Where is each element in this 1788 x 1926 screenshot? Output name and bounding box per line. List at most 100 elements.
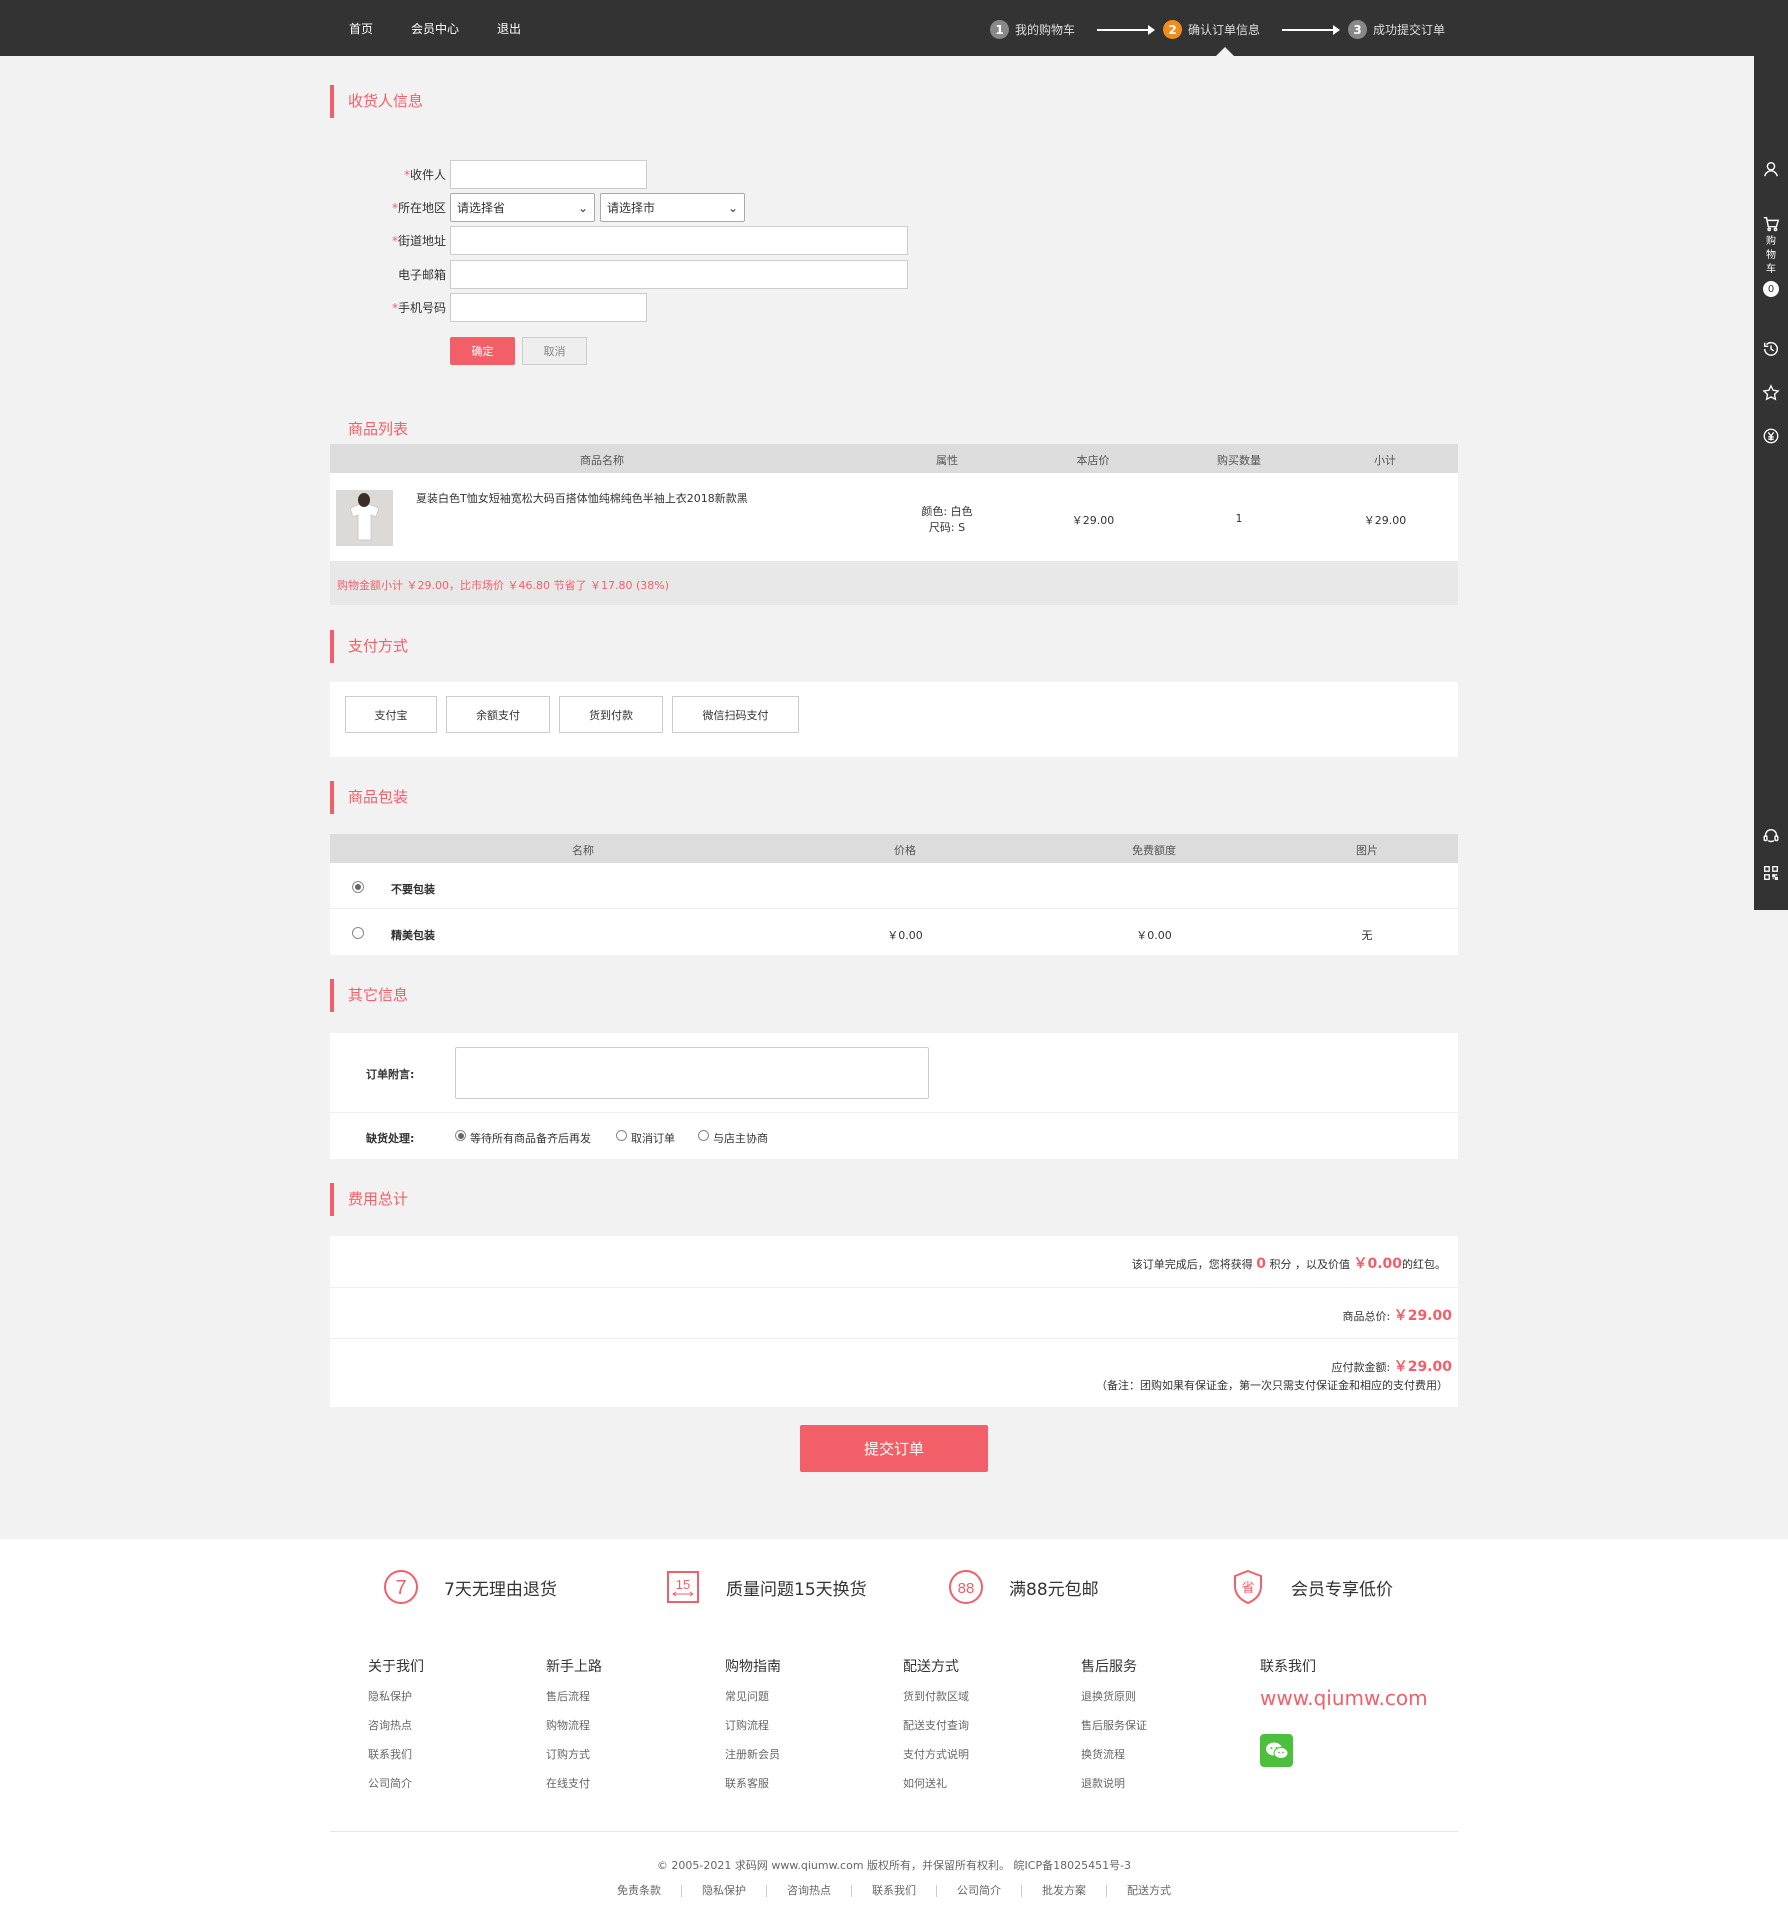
shortage-negotiate-radio[interactable]	[698, 1130, 709, 1141]
footer-link[interactable]: 隐私保护	[368, 1688, 424, 1704]
bottom-link[interactable]: 隐私保护	[682, 1885, 767, 1897]
top-nav: 首页 会员中心 退出	[349, 20, 521, 37]
footer-link[interactable]: 联系我们	[368, 1746, 424, 1762]
footer-link[interactable]: 咨询热点	[368, 1717, 424, 1733]
bottom-link[interactable]: 联系我们	[852, 1885, 937, 1897]
favorite-star-icon[interactable]	[1754, 384, 1788, 402]
member-price-shield-icon: 省	[1234, 1569, 1262, 1605]
payment-options: 支付宝 余额支付 货到付款 微信扫码支付	[330, 682, 1458, 757]
footer-link[interactable]: 支付方式说明	[903, 1746, 969, 1762]
product-name-link[interactable]: 夏装白色T恤女短袖宽松大码百搭体恤纯棉纯色半袖上衣2018新款黑	[416, 490, 748, 506]
customer-service-icon[interactable]	[1754, 827, 1788, 845]
footer-link[interactable]: 注册新会员	[725, 1746, 781, 1762]
footer-link[interactable]: 购物流程	[546, 1717, 602, 1733]
nav-home-link[interactable]: 首页	[349, 20, 373, 37]
row-divider	[330, 1338, 1458, 1339]
footer-link[interactable]: 公司简介	[368, 1775, 424, 1791]
phone-input[interactable]	[450, 293, 647, 322]
nav-member-link[interactable]: 会员中心	[411, 20, 459, 37]
other-info-box: 订单附言: 缺货处理: 等待所有商品备齐后再发 取消订单 与店主协商	[330, 1033, 1458, 1159]
pack-fancy-radio[interactable]	[352, 927, 364, 939]
submit-order-button[interactable]: 提交订单	[800, 1425, 988, 1472]
pack-header-free: 免费额度	[1132, 844, 1176, 857]
pay-alipay-button[interactable]: 支付宝	[345, 696, 437, 733]
attr-size: 尺码: S	[928, 521, 966, 534]
svg-text:7: 7	[395, 1577, 406, 1599]
product-thumbnail[interactable]	[336, 490, 393, 546]
step-confirm: 2 确认订单信息	[1163, 20, 1260, 39]
bottom-link[interactable]: 配送方式	[1107, 1885, 1191, 1897]
footer-link[interactable]: 订购方式	[546, 1746, 602, 1762]
footer-link[interactable]: 货到付款区域	[903, 1688, 969, 1704]
confirm-button[interactable]: 确定	[450, 337, 515, 365]
contact-site-link[interactable]: www.qiumw.com	[1260, 1686, 1428, 1710]
seven-day-icon: 7	[384, 1570, 418, 1604]
shortage-cancel-radio[interactable]	[616, 1130, 627, 1141]
history-icon[interactable]	[1754, 340, 1788, 358]
footer-col-about: 关于我们 隐私保护 咨询热点 联系我们 公司简介	[368, 1656, 424, 1804]
coupon-icon[interactable]	[1754, 427, 1788, 445]
receiver-name-input[interactable]	[450, 160, 647, 189]
city-select[interactable]: 请选择市 ⌄	[600, 193, 745, 222]
svg-text:省: 省	[1241, 1581, 1254, 1596]
pack-fancy-price: ￥0.00	[887, 929, 923, 942]
bottom-link[interactable]: 公司简介	[937, 1885, 1022, 1897]
free-shipping-icon: 88	[949, 1570, 983, 1604]
province-select[interactable]: 请选择省 ⌄	[450, 193, 595, 222]
footer-col-contact: 联系我们 www.qiumw.com	[1260, 1656, 1428, 1767]
pay-balance-button[interactable]: 余额支付	[446, 696, 550, 733]
footer-col-guide: 购物指南 常见问题 订购流程 注册新会员 联系客服	[725, 1656, 781, 1804]
phone-label: *手机号码	[360, 299, 450, 316]
footer-link[interactable]: 售后服务保证	[1081, 1717, 1147, 1733]
footer-link[interactable]: 售后流程	[546, 1688, 602, 1704]
cancel-button[interactable]: 取消	[522, 337, 587, 365]
bottom-link[interactable]: 咨询热点	[767, 1885, 852, 1897]
qrcode-icon[interactable]	[1754, 864, 1788, 882]
street-input[interactable]	[450, 226, 908, 255]
pay-wechat-button[interactable]: 微信扫码支付	[672, 696, 799, 733]
cart-count-badge: 0	[1763, 281, 1779, 297]
row-divider	[330, 1112, 1458, 1113]
footer-link[interactable]: 在线支付	[546, 1775, 602, 1791]
pack-fancy-image: 无	[1361, 929, 1373, 942]
footer-link[interactable]: 配送支付查询	[903, 1717, 969, 1733]
pack-none-radio[interactable]	[352, 881, 364, 893]
bottom-link[interactable]: 免责条款	[597, 1885, 682, 1897]
sidebar-cart[interactable]: 购 物 车 0	[1754, 215, 1788, 297]
goods-total-label: 商品总价:	[1342, 1310, 1391, 1323]
step-number: 1	[990, 20, 1009, 39]
footer-link[interactable]: 常见问题	[725, 1688, 781, 1704]
footer-link[interactable]: 换货流程	[1081, 1746, 1147, 1762]
city-select-value: 请选择市	[607, 201, 656, 215]
wechat-icon[interactable]	[1260, 1734, 1293, 1767]
bottom-link[interactable]: 批发方案	[1022, 1885, 1107, 1897]
shortage-wait-radio[interactable]	[455, 1130, 466, 1141]
user-icon[interactable]	[1754, 160, 1788, 178]
footer-link[interactable]: 如何送礼	[903, 1775, 969, 1791]
step-label: 确认订单信息	[1188, 23, 1261, 37]
packaging-section-title: 商品包装	[330, 781, 408, 814]
footer-link[interactable]: 退款说明	[1081, 1775, 1147, 1791]
points-prefix: 该订单完成后，您将获得	[1131, 1258, 1253, 1271]
nav-logout-link[interactable]: 退出	[497, 20, 521, 37]
cart-label: 购 物 车	[1766, 235, 1776, 277]
pack-header-price: 价格	[894, 844, 916, 857]
email-row: 电子邮箱	[360, 260, 908, 289]
email-input[interactable]	[450, 260, 908, 289]
pay-cod-button[interactable]: 货到付款	[559, 696, 663, 733]
cart-label-char: 物	[1766, 250, 1776, 261]
order-note-textarea[interactable]	[455, 1047, 929, 1099]
promise-7-day-return: 7 7天无理由退货	[382, 1568, 557, 1606]
receiver-section-title: 收货人信息	[330, 85, 423, 118]
footer-link[interactable]: 订购流程	[725, 1717, 781, 1733]
bottom-link-bar: 免责条款 隐私保护 咨询热点 联系我们 公司简介 批发方案 配送方式	[0, 1885, 1788, 1897]
goods-summary-bar: 购物金额小计 ￥29.00，比市场价 ￥46.80 节省了 ￥17.80 (38…	[330, 561, 1458, 605]
step-arrow-icon	[1282, 24, 1341, 35]
footer-link[interactable]: 退换货原则	[1081, 1688, 1147, 1704]
goods-header-price: 本店价	[1076, 454, 1110, 467]
promise-label: 满88元包邮	[1009, 1579, 1099, 1600]
promise-member-price: 省 会员专享低价	[1229, 1568, 1393, 1606]
label-text: 街道地址	[397, 234, 446, 248]
footer-link[interactable]: 联系客服	[725, 1775, 781, 1791]
goods-section-title: 商品列表	[348, 420, 409, 438]
